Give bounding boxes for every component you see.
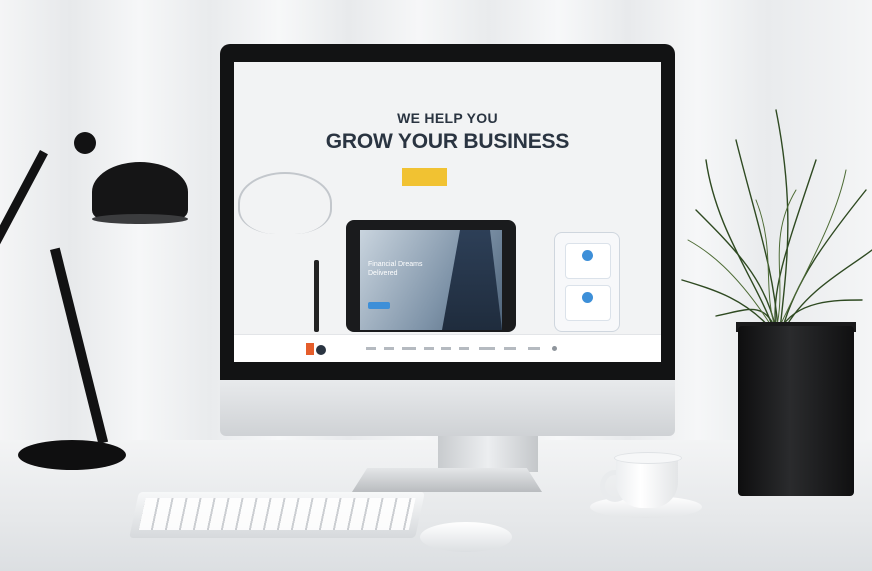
tablet-headline: Financial Dreams Delivered: [368, 261, 423, 277]
nav-item[interactable]: [528, 347, 540, 350]
nav-item[interactable]: [424, 347, 434, 350]
pen-image: [314, 260, 319, 332]
nav-item[interactable]: [366, 347, 376, 350]
site-logo[interactable]: [306, 343, 328, 355]
lamp-upper-arm: [0, 150, 48, 252]
plant-pot: [738, 326, 854, 496]
tablet-button[interactable]: [368, 302, 390, 309]
monitor-stand-neck: [438, 436, 538, 472]
lamp-shade: [92, 162, 188, 222]
plant-leaves: [681, 109, 872, 331]
phone-card-top: [565, 243, 611, 279]
nav-item[interactable]: [479, 347, 495, 350]
nav-item[interactable]: [402, 347, 416, 350]
nav-item[interactable]: [459, 347, 469, 350]
nav-item[interactable]: [441, 347, 451, 350]
mouse: [420, 522, 512, 552]
phone-mockup: [554, 232, 620, 332]
lamp-joint: [74, 132, 96, 154]
lamp-shade-rim: [92, 214, 188, 224]
monitor-stand-foot: [352, 468, 542, 492]
website-screen: WE HELP YOU GROW YOUR BUSINESS Financial…: [234, 62, 661, 362]
keyboard-keys: [138, 498, 416, 530]
workspace-scene: WE HELP YOU GROW YOUR BUSINESS Financial…: [0, 0, 872, 571]
hero-subtitle: WE HELP YOU: [397, 110, 498, 126]
headphones-image: [238, 172, 332, 234]
search-icon[interactable]: [552, 346, 557, 351]
nav-item[interactable]: [504, 347, 516, 350]
tablet-mockup: Financial Dreams Delivered: [346, 220, 516, 332]
lamp-lower-arm: [50, 247, 109, 445]
phone-card-icon: [582, 292, 593, 303]
tablet-screen: Financial Dreams Delivered: [360, 230, 502, 330]
logo-mark: [306, 343, 314, 355]
phone-card-bottom: [565, 285, 611, 321]
monitor-bezel: WE HELP YOU GROW YOUR BUSINESS Financial…: [220, 44, 675, 380]
logo-mark: [316, 345, 326, 355]
nav-item[interactable]: [384, 347, 394, 350]
cup-rim: [614, 452, 682, 464]
hero-cta-button[interactable]: [402, 168, 447, 186]
lamp-base: [18, 440, 126, 470]
imac-monitor: WE HELP YOU GROW YOUR BUSINESS Financial…: [220, 44, 675, 436]
site-navbar: [234, 334, 661, 362]
phone-card-icon: [582, 250, 593, 261]
keyboard: [129, 492, 425, 538]
businessman-image: [442, 230, 502, 330]
hero-title: GROW YOUR BUSINESS: [325, 130, 570, 153]
monitor-chin: [220, 380, 675, 436]
